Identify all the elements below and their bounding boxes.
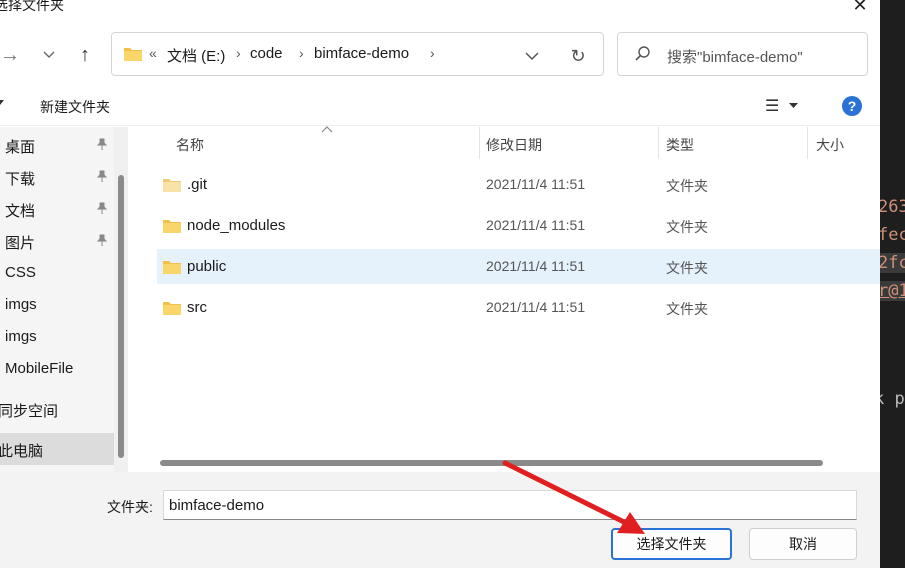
- file-name: node_modules: [187, 217, 286, 234]
- sidebar-item-label: 文档: [5, 203, 36, 220]
- terminal-line: 263: [880, 197, 905, 217]
- address-history-button[interactable]: [521, 45, 543, 67]
- view-list-icon: ☰: [765, 98, 780, 115]
- file-row-node-modules[interactable]: node_modules 2021/11/4 11:51 文件夹: [157, 208, 880, 243]
- column-header-label: 修改日期: [486, 137, 542, 153]
- breadcrumb-separator[interactable]: ›: [299, 45, 304, 61]
- terminal-line: k p: [880, 389, 905, 409]
- sidebar-item-label: imgs: [5, 296, 37, 313]
- view-options-button[interactable]: ☰: [765, 95, 809, 117]
- address-bar[interactable]: « 文档 (E:) › code › bimface-demo › ↻: [111, 32, 604, 76]
- file-row-src[interactable]: src 2021/11/4 11:51 文件夹: [157, 290, 880, 325]
- file-name: .git: [187, 176, 208, 193]
- sidebar-item-imgs[interactable]: imgs: [0, 321, 114, 353]
- select-folder-button[interactable]: 选择文件夹: [611, 528, 732, 560]
- sidebar-item-label: CSS: [5, 264, 36, 281]
- breadcrumb-separator[interactable]: ›: [430, 45, 435, 61]
- search-input[interactable]: 搜索"bimface-demo": [617, 32, 868, 76]
- refresh-button[interactable]: ↻: [567, 45, 589, 67]
- file-row-public[interactable]: public 2021/11/4 11:51 文件夹: [157, 249, 880, 284]
- column-header-label: 大小: [816, 137, 844, 153]
- address-overflow[interactable]: «: [149, 45, 157, 61]
- sidebar-item-css[interactable]: CSS: [0, 257, 114, 289]
- dialog-title: 选择文件夹: [0, 0, 64, 13]
- pin-icon: [96, 202, 108, 217]
- sidebar-item-downloads[interactable]: 下载: [0, 161, 114, 193]
- sidebar-item-mobilefile[interactable]: MobileFile: [0, 353, 114, 385]
- file-type: 文件夹: [666, 178, 708, 194]
- column-header-label: 类型: [666, 137, 694, 153]
- sidebar-item-sync-space[interactable]: 同步空间: [0, 393, 114, 425]
- close-button[interactable]: ✕: [845, 0, 875, 18]
- folder-field-label: 文件夹:: [107, 499, 153, 515]
- folder-icon: [162, 177, 182, 196]
- help-icon[interactable]: ?: [842, 96, 862, 116]
- sidebar-item-label: MobileFile: [5, 360, 74, 377]
- folder-icon: [162, 218, 182, 237]
- file-date: 2021/11/4 11:51: [486, 299, 586, 315]
- organize-dropdown-arrow[interactable]: [0, 100, 4, 105]
- sidebar-item-label: 此电脑: [0, 443, 44, 460]
- file-row-git[interactable]: .git 2021/11/4 11:51 文件夹: [157, 167, 880, 202]
- file-name: src: [187, 299, 207, 316]
- file-type: 文件夹: [666, 301, 708, 317]
- column-header-date[interactable]: 修改日期: [480, 127, 658, 161]
- terminal-line: fec: [880, 225, 905, 245]
- sidebar-item-label: imgs: [5, 328, 37, 345]
- sidebar-item-pictures[interactable]: 图片: [0, 225, 114, 257]
- navigation-pane: 桌面 下载 文档 图片 CSS imgs imgs MobileFile 同步空…: [0, 127, 128, 472]
- breadcrumb-separator[interactable]: ›: [236, 45, 241, 61]
- chevron-down-icon: [525, 51, 539, 60]
- new-folder-button[interactable]: 新建文件夹: [40, 97, 110, 117]
- sidebar-item-label: 同步空间: [0, 403, 59, 420]
- search-placeholder: 搜索"bimface-demo": [667, 49, 803, 66]
- horizontal-scrollbar-thumb[interactable]: [160, 460, 823, 466]
- chevron-down-icon: [43, 51, 55, 58]
- breadcrumb-bimface-demo[interactable]: bimface-demo: [314, 45, 409, 62]
- chevron-down-icon: [789, 103, 799, 108]
- sidebar-scrollbar-thumb[interactable]: [118, 175, 124, 458]
- sidebar-item-documents[interactable]: 文档: [0, 193, 114, 225]
- cancel-button[interactable]: 取消: [749, 528, 857, 560]
- folder-name-input[interactable]: [163, 490, 857, 520]
- command-bar: 新建文件夹 ☰ ?: [0, 86, 880, 126]
- sidebar-item-label: 图片: [5, 235, 36, 252]
- search-icon: [634, 45, 652, 66]
- background-terminal: 263 fec 2fc r@1 k p: [880, 0, 905, 568]
- sidebar-item-this-pc[interactable]: 此电脑: [0, 433, 114, 465]
- column-header-type[interactable]: 类型: [659, 127, 807, 161]
- folder-icon: [162, 300, 182, 319]
- file-date: 2021/11/4 11:51: [486, 176, 586, 192]
- sidebar-item-label: 桌面: [5, 139, 36, 156]
- folder-icon: [162, 259, 182, 278]
- terminal-line: 2fc: [880, 253, 905, 273]
- file-type: 文件夹: [666, 260, 708, 276]
- recent-locations-button[interactable]: [36, 40, 62, 70]
- title-bar: 选择文件夹 ✕: [0, 0, 880, 20]
- sidebar-item-imgs[interactable]: imgs: [0, 289, 114, 321]
- pin-icon: [96, 234, 108, 249]
- file-list: 名称 修改日期 类型 大小 .git 2021/11/4 11:51 文件夹 n…: [135, 126, 880, 472]
- column-header-label: 名称: [176, 137, 204, 153]
- column-header-size[interactable]: 大小: [808, 127, 880, 161]
- breadcrumb-code[interactable]: code: [250, 45, 283, 62]
- file-name: public: [187, 258, 227, 275]
- file-type: 文件夹: [666, 219, 708, 235]
- up-button[interactable]: ↑: [72, 40, 98, 70]
- terminal-line: r@1: [880, 281, 905, 301]
- pin-icon: [96, 170, 108, 185]
- sidebar-item-desktop[interactable]: 桌面: [0, 129, 114, 161]
- breadcrumb-drive[interactable]: 文档 (E:): [167, 45, 225, 66]
- select-folder-dialog: 选择文件夹 ✕ → ↑ « 文档 (E:) › code › bimface-d…: [0, 0, 880, 568]
- file-date: 2021/11/4 11:51: [486, 217, 586, 233]
- column-header-name[interactable]: 名称: [157, 127, 479, 161]
- pin-icon: [96, 138, 108, 153]
- forward-button[interactable]: →: [0, 40, 23, 70]
- dialog-footer: 文件夹: 选择文件夹 取消: [0, 472, 880, 568]
- folder-icon: [123, 46, 143, 65]
- sidebar-item-label: 下载: [5, 171, 36, 188]
- file-date: 2021/11/4 11:51: [486, 258, 586, 274]
